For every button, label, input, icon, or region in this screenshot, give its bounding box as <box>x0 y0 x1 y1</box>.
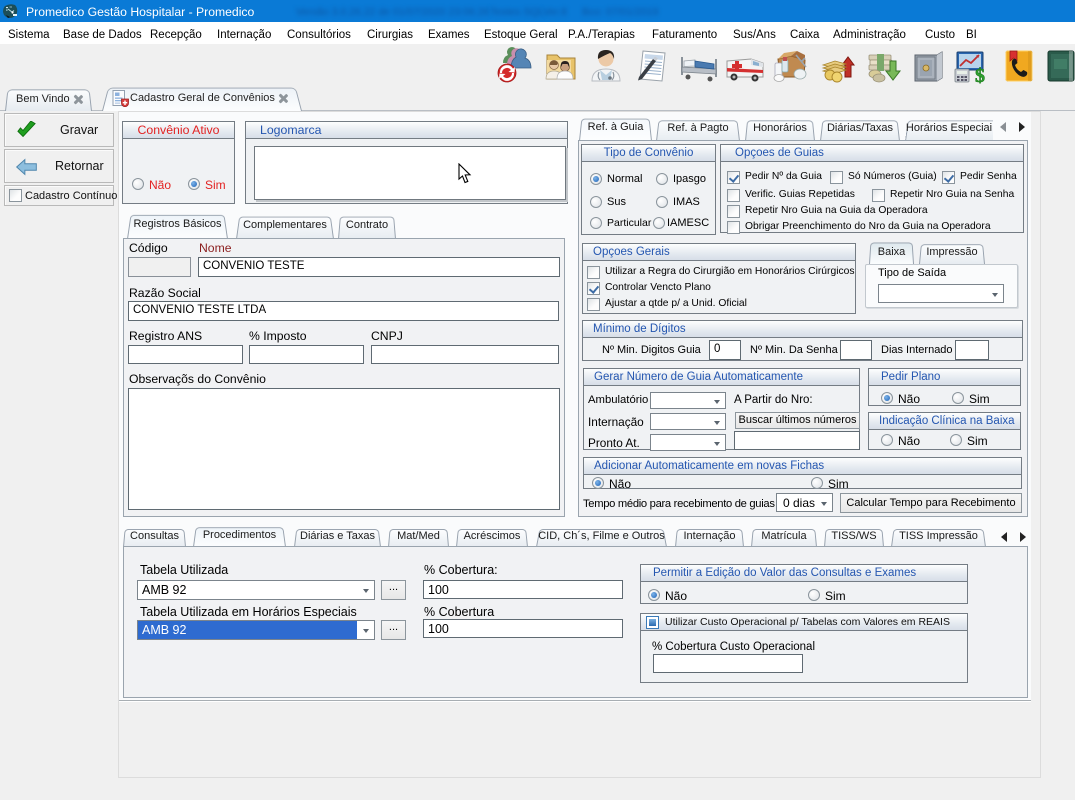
svg-text:$: $ <box>975 65 985 85</box>
